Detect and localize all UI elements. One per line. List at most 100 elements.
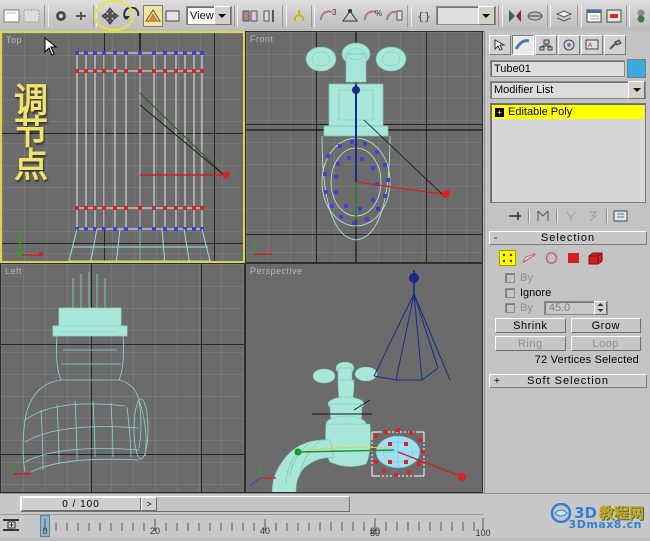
tab-motion[interactable]: [558, 35, 580, 55]
select-link-icon[interactable]: [51, 5, 71, 27]
redo-icon[interactable]: [22, 5, 42, 27]
unlink-icon[interactable]: [71, 5, 91, 27]
checkbox-ignore-backfacing[interactable]: [505, 288, 515, 298]
loop-button[interactable]: Loop: [571, 336, 642, 351]
mirror-icon[interactable]: [240, 5, 260, 27]
angle-snap-icon[interactable]: 3: [317, 5, 339, 27]
sub-object-vertex-icon[interactable]: [499, 250, 516, 266]
checkbox-by-vertex[interactable]: [505, 273, 515, 283]
toolbar-separator: [282, 5, 287, 27]
viewport-top[interactable]: Top 调节点: [0, 31, 245, 263]
object-name-field[interactable]: Tube01: [490, 60, 625, 77]
time-slider[interactable]: 0 / 100 >: [20, 496, 350, 512]
select-move-icon[interactable]: [99, 5, 121, 27]
app-window: View 3 % {}: [0, 0, 650, 536]
viewport-left[interactable]: Left: [0, 263, 245, 493]
viewport-perspective[interactable]: Perspective: [245, 263, 483, 493]
undo-icon[interactable]: [2, 5, 22, 27]
checkbox-ignore-backfacing-label: Ignore: [520, 287, 551, 299]
rollout-collapse-icon[interactable]: -: [494, 233, 498, 244]
ring-button[interactable]: Ring: [495, 336, 566, 351]
divider: [528, 209, 530, 223]
svg-text:x: x: [266, 244, 270, 252]
sub-object-polygon-icon[interactable]: [565, 250, 582, 266]
align-icon[interactable]: [260, 5, 280, 27]
toolbar-separator: [234, 5, 239, 27]
pin-stack-icon[interactable]: [506, 207, 524, 225]
ruler-label-100: 100: [475, 528, 490, 541]
show-end-result-icon[interactable]: [534, 207, 552, 225]
select-region-icon[interactable]: [163, 5, 183, 27]
layer-manager-icon[interactable]: [553, 5, 575, 27]
select-scale-icon[interactable]: [143, 5, 163, 27]
sub-object-border-icon[interactable]: [543, 250, 560, 266]
toolbar-separator: [498, 5, 503, 27]
schematic-view-icon[interactable]: [604, 5, 624, 27]
toolbar-separator: [547, 5, 552, 27]
viewport-label: Perspective: [250, 266, 303, 276]
viewport-front[interactable]: Front: [245, 31, 483, 263]
time-slider-thumb[interactable]: 0 / 100: [21, 497, 141, 511]
selection-info-text: 72 Vertices Selected: [493, 351, 643, 368]
viewport-front-geometry: X x: [246, 32, 483, 263]
sub-object-edge-icon[interactable]: [521, 250, 538, 266]
checkbox-ignore-backfacing-row[interactable]: Ignore: [493, 285, 643, 300]
reference-coordinate-value: View: [190, 10, 214, 22]
stack-item-editable-poly[interactable]: + Editable Poly: [492, 105, 644, 119]
expand-plus-icon[interactable]: +: [495, 108, 504, 117]
checkbox-by-angle[interactable]: [505, 303, 515, 313]
modifier-list-row: Modifier List: [485, 80, 650, 101]
next-frame-button[interactable]: >: [141, 497, 157, 511]
select-rotate-icon[interactable]: [121, 5, 143, 27]
chevron-down-icon[interactable]: [478, 6, 495, 25]
angle-spinner[interactable]: 45.0: [544, 301, 608, 315]
reference-coordinate-system-combo[interactable]: View: [186, 6, 232, 25]
checkbox-by-angle-row[interactable]: By 45.0: [493, 300, 643, 315]
rollout-expand-icon[interactable]: +: [494, 376, 501, 387]
svg-text:X: X: [230, 167, 235, 175]
configure-modifier-sets-icon[interactable]: [612, 207, 630, 225]
modifier-stack[interactable]: + Editable Poly: [490, 103, 646, 203]
svg-text:Z: Z: [418, 268, 423, 276]
spinner-arrows-icon[interactable]: [594, 301, 607, 315]
rollout-selection-body: By Ignore By 45.0: [489, 245, 647, 372]
percent-snap-icon[interactable]: [339, 5, 361, 27]
selection-set-icon[interactable]: {}: [414, 5, 434, 27]
curve-editor-icon[interactable]: [584, 5, 604, 27]
checkbox-by-vertex-label: By: [520, 272, 533, 284]
grow-button[interactable]: Grow: [571, 318, 642, 333]
tab-modify[interactable]: [512, 35, 534, 55]
named-selection-icon[interactable]: [383, 5, 405, 27]
modifier-list-combo[interactable]: Modifier List: [490, 81, 646, 99]
checkbox-by-vertex-row[interactable]: By: [493, 270, 643, 285]
tab-utilities[interactable]: [604, 35, 626, 55]
snap-toggle-icon[interactable]: [289, 5, 309, 27]
make-unique-icon[interactable]: [562, 207, 580, 225]
shrink-button[interactable]: Shrink: [495, 318, 566, 333]
spinner-snap-icon[interactable]: %: [361, 5, 383, 27]
annotation-text: 调节点: [14, 85, 60, 182]
tab-create[interactable]: [489, 35, 511, 55]
tab-display[interactable]: A: [581, 35, 603, 55]
sub-object-element-icon[interactable]: [587, 250, 604, 266]
viewport-label: Left: [5, 266, 22, 276]
remove-modifier-icon[interactable]: [584, 207, 602, 225]
object-color-swatch[interactable]: [627, 59, 646, 78]
align-tool-icon[interactable]: [525, 5, 545, 27]
rollout-selection-header[interactable]: - Selection: [489, 231, 647, 245]
rollout-soft-selection-header[interactable]: + Soft Selection: [489, 374, 647, 388]
divider: [556, 209, 558, 223]
rollout-selection-title: Selection: [541, 232, 595, 244]
tab-hierarchy[interactable]: [535, 35, 557, 55]
chevron-down-icon[interactable]: [628, 81, 645, 99]
named-selection-sets-combo[interactable]: [436, 6, 496, 25]
stack-item-label: Editable Poly: [508, 106, 572, 118]
material-editor-icon[interactable]: [632, 5, 650, 27]
chevron-down-icon[interactable]: [214, 6, 231, 25]
mirror-geometry-icon[interactable]: [505, 5, 525, 27]
ruler-label-0: 0: [42, 526, 47, 536]
modifier-list-label: Modifier List: [494, 84, 553, 96]
svg-text:{}: {}: [417, 10, 431, 23]
toolbar-separator: [626, 5, 631, 27]
toolbar-separator: [93, 5, 98, 27]
